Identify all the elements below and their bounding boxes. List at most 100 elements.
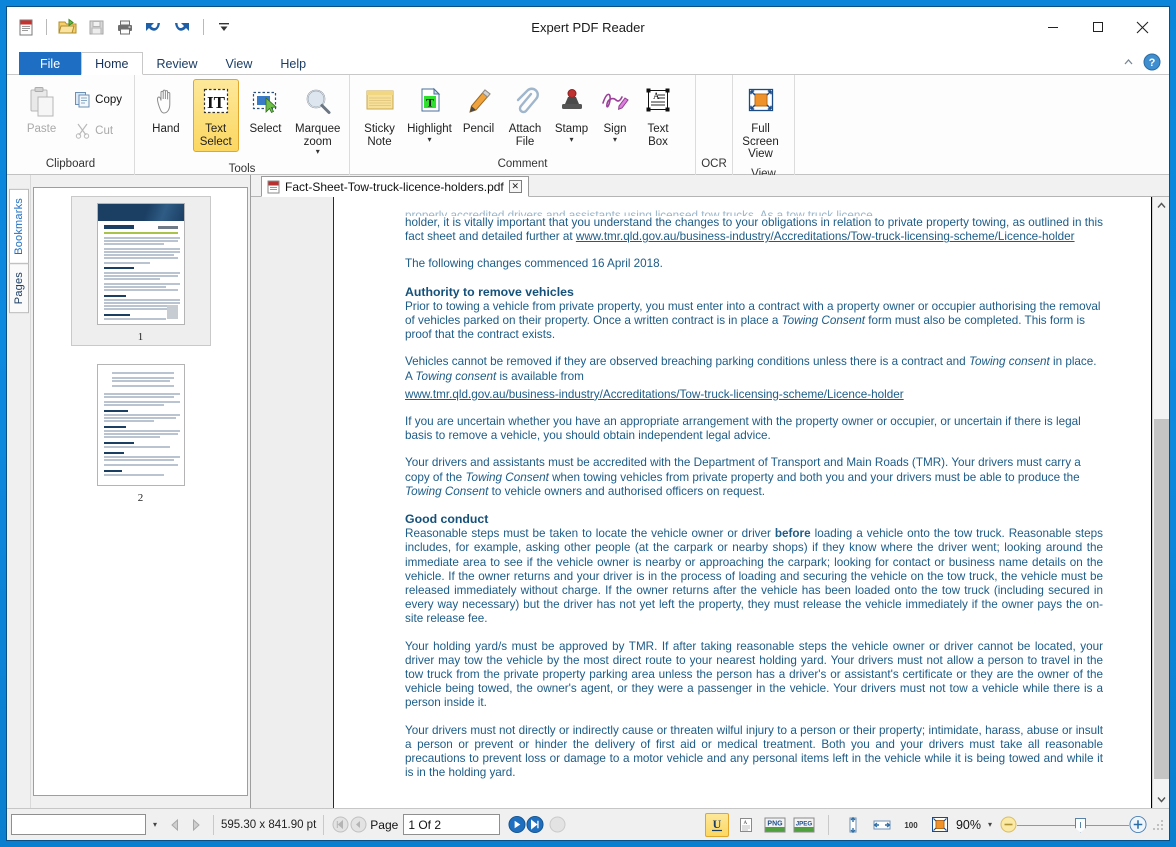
pdf-page: properly accredited drivers and assistan… <box>335 197 1151 808</box>
pencil-button[interactable]: Pencil <box>456 79 501 140</box>
thumbnail-item[interactable]: 1 <box>71 196 211 346</box>
chevron-down-icon[interactable]: ▾ <box>146 820 164 829</box>
save-icon[interactable] <box>85 16 107 38</box>
page-thumbnail-panel[interactable]: 1 <box>33 187 248 796</box>
export-jpeg-tool[interactable]: JPEG <box>792 813 816 837</box>
zoom-slider[interactable] <box>1017 816 1129 834</box>
scrollbar-thumb[interactable] <box>1154 419 1169 779</box>
svg-text:100: 100 <box>904 821 918 830</box>
ribbon-tab-review[interactable]: Review <box>143 52 212 75</box>
export-png-tool[interactable]: PNG <box>763 813 787 837</box>
text-box-button[interactable]: A Text Box <box>636 79 680 152</box>
ribbon-tab-file[interactable]: File <box>19 52 81 75</box>
print-icon[interactable] <box>114 16 136 38</box>
next-page-icon[interactable] <box>508 816 526 834</box>
fit-height-tool[interactable] <box>841 813 865 837</box>
zoom-in-icon[interactable] <box>1129 816 1147 834</box>
sidebar-tab-pages[interactable]: Pages <box>9 263 29 313</box>
open-folder-icon[interactable] <box>56 16 78 38</box>
collapse-ribbon-icon[interactable] <box>1122 56 1135 69</box>
next-triangle-icon[interactable] <box>185 815 206 835</box>
highlight-button[interactable]: T Highlight ▾ <box>403 79 456 148</box>
qat-separator-2 <box>203 19 204 35</box>
ribbon-tab-home[interactable]: Home <box>81 52 142 75</box>
document-vertical-scrollbar[interactable] <box>1152 197 1169 808</box>
end-page-icon[interactable] <box>548 816 566 834</box>
page-number-input[interactable] <box>403 814 500 835</box>
sidebar-tab-bookmarks[interactable]: Bookmarks <box>9 189 29 264</box>
text-select-tool-button[interactable]: IT Text Select <box>193 79 239 152</box>
ribbon-group-tools: Hand IT Text Select <box>135 75 350 175</box>
customize-qat-icon[interactable] <box>213 16 235 38</box>
sticky-note-button[interactable]: Sticky Note <box>356 79 403 152</box>
ribbon-help-area: ? <box>1122 53 1161 71</box>
text-box-icon: A <box>643 83 673 121</box>
zoom-slider-handle[interactable] <box>1075 818 1086 833</box>
ribbon-tab-help[interactable]: Help <box>266 52 320 75</box>
text-extract-tool[interactable]: A <box>734 813 758 837</box>
pdf-link[interactable]: www.tmr.qld.gov.au/business-industry/Acc… <box>405 388 904 401</box>
previous-triangle-icon[interactable] <box>164 815 185 835</box>
svg-text:A: A <box>743 821 747 826</box>
sidebar-vertical-tabs: Bookmarks Pages <box>7 175 31 808</box>
minimize-button[interactable] <box>1030 12 1075 42</box>
previous-page-icon[interactable] <box>349 816 367 834</box>
sign-button[interactable]: Sign ▾ <box>594 79 636 148</box>
thumbnail-item[interactable]: 2 <box>71 358 211 506</box>
document-canvas[interactable]: properly accredited drivers and assistan… <box>251 197 1152 808</box>
stamp-button[interactable]: Stamp ▾ <box>549 79 594 148</box>
marquee-zoom-button[interactable]: Marquee zoom ▾ <box>292 79 343 160</box>
chevron-down-icon[interactable]: ▾ <box>981 820 999 829</box>
hand-tool-button[interactable]: Hand <box>143 79 189 140</box>
cut-button[interactable]: Cut <box>68 116 128 144</box>
close-button[interactable] <box>1120 12 1165 42</box>
maximize-button[interactable] <box>1075 12 1120 42</box>
chevron-down-icon[interactable]: ▾ <box>427 136 431 144</box>
highlight-icon: T <box>415 83 445 121</box>
document-tab[interactable]: Fact-Sheet-Tow-truck-licence-holders.pdf… <box>261 176 529 197</box>
copy-label: Copy <box>95 94 122 107</box>
pdf-paragraph: www.tmr.qld.gov.au/business-industry/Acc… <box>405 388 1103 402</box>
copy-button[interactable]: Copy <box>68 85 128 113</box>
close-icon[interactable]: ✕ <box>509 180 522 193</box>
document-tab-filename: Fact-Sheet-Tow-truck-licence-holders.pdf <box>285 180 504 194</box>
ribbon-tab-view[interactable]: View <box>212 52 267 75</box>
pdf-link[interactable]: www.tmr.qld.gov.au/business-industry/Acc… <box>576 230 1075 243</box>
paste-button[interactable]: Paste <box>17 79 66 140</box>
full-screen-view-label: Full Screen View <box>735 123 786 161</box>
actual-size-tool[interactable]: 100 <box>899 813 923 837</box>
text-select-icon: IT <box>200 83 232 121</box>
ribbon: Paste Copy <box>7 75 1169 175</box>
sticky-note-icon <box>364 83 396 121</box>
fit-page-tool[interactable] <box>928 813 952 837</box>
new-pdf-icon[interactable] <box>15 16 37 38</box>
svg-text:T: T <box>425 96 433 110</box>
svg-text:A: A <box>653 91 660 101</box>
pdf-paragraph: Reasonable steps must be taken to locate… <box>405 527 1103 626</box>
help-icon[interactable]: ? <box>1143 53 1161 71</box>
select-tool-button[interactable]: Select <box>243 79 289 140</box>
zoom-level-label: 90% <box>956 818 981 832</box>
hand-tool-label: Hand <box>152 123 180 136</box>
full-screen-view-button[interactable]: Full Screen View <box>733 79 788 165</box>
first-page-icon[interactable] <box>331 816 349 834</box>
fit-width-tool[interactable] <box>870 813 894 837</box>
pdf-paragraph: If you are uncertain whether you have an… <box>405 415 1103 443</box>
attach-file-icon <box>510 83 540 121</box>
underline-tool[interactable]: U <box>705 813 729 837</box>
marquee-zoom-label: Marquee zoom <box>294 123 341 148</box>
chevron-down-icon[interactable]: ▾ <box>613 136 617 144</box>
scroll-up-icon[interactable] <box>1153 197 1169 214</box>
zoom-out-icon[interactable] <box>999 816 1017 834</box>
resize-grip-icon[interactable] <box>1151 818 1165 832</box>
scroll-down-icon[interactable] <box>1153 791 1169 808</box>
last-page-icon[interactable] <box>526 816 544 834</box>
sticky-note-label: Sticky Note <box>358 123 401 148</box>
chevron-down-icon[interactable]: ▾ <box>569 136 573 144</box>
attach-file-button[interactable]: Attach File <box>501 79 549 152</box>
undo-icon[interactable] <box>143 16 165 38</box>
search-input[interactable] <box>11 814 146 835</box>
chevron-down-icon[interactable]: ▾ <box>316 148 320 156</box>
ribbon-group-label-clipboard: Clipboard <box>7 155 134 175</box>
redo-icon[interactable] <box>172 16 194 38</box>
